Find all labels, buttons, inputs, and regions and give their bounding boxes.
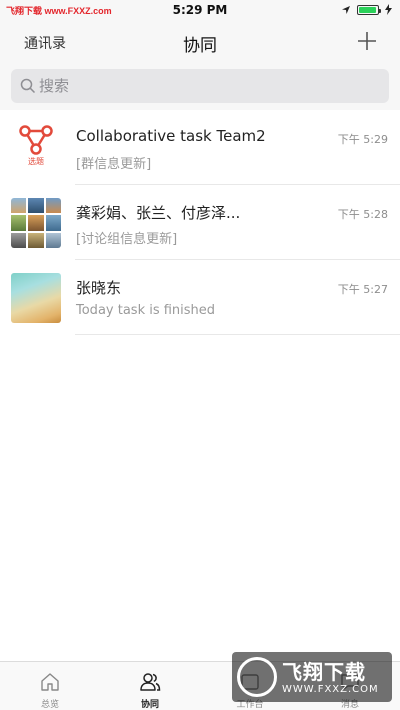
search-input[interactable] (39, 69, 369, 103)
chat-preview: Today task is finished (76, 303, 216, 318)
tab-collaboration[interactable]: 协同 (100, 662, 200, 710)
watermark-url: WWW.FXXZ.COM (282, 684, 379, 695)
avatar-tile (28, 232, 44, 248)
tab-overview[interactable]: 总览 (0, 662, 100, 710)
avatar-tile (28, 198, 44, 214)
group-avatar (11, 198, 61, 248)
chat-preview: [群信息更新] (76, 157, 152, 172)
watermark-circle-icon (237, 657, 277, 697)
avatar-tile (11, 232, 27, 248)
chat-list: 选题 Collaborative task Team2 [群信息更新] 下午 5… (0, 110, 400, 335)
search-icon (20, 78, 36, 94)
people-icon (140, 673, 161, 691)
status-time: 5:29 PM (172, 3, 228, 17)
home-icon (41, 673, 59, 691)
chat-name: Collaborative task Team2 (76, 127, 266, 145)
status-bar: 飞翔下载 www.FXXZ.com 5:29 PM (0, 0, 400, 22)
chat-name: 龚彩娟、张兰、付彦泽... (76, 204, 241, 222)
chat-time: 下午 5:27 (337, 283, 388, 296)
charging-bolt-icon (385, 4, 392, 15)
user-avatar (11, 273, 61, 323)
contacts-button[interactable]: 通讯录 (24, 33, 66, 53)
chat-item-zhang-xiaodong[interactable]: 张晓东 Today task is finished 下午 5:27 (0, 260, 400, 335)
avatar-label: 选题 (28, 157, 44, 166)
battery-icon (357, 4, 381, 15)
chat-time: 下午 5:29 (337, 133, 388, 146)
tab-label: 总览 (40, 700, 59, 710)
chat-name: 张晓东 (76, 279, 122, 297)
watermark-title: 飞翔下载 (282, 660, 366, 684)
team-avatar: 选题 (11, 123, 61, 173)
tab-label: 协同 (140, 700, 159, 710)
avatar-tile (11, 215, 27, 231)
avatar-tile (28, 215, 44, 231)
status-icons (341, 4, 392, 15)
avatar-tile (45, 215, 61, 231)
battery-level (359, 6, 377, 13)
navigation-bar: 通讯录 协同 (0, 22, 400, 62)
avatar-tile (11, 198, 27, 214)
divider (75, 334, 400, 335)
chat-item-team2[interactable]: 选题 Collaborative task Team2 [群信息更新] 下午 5… (0, 110, 400, 185)
chat-item-group[interactable]: 龚彩娟、张兰、付彦泽... [讨论组信息更新] 下午 5:28 (0, 185, 400, 260)
avatar-tile (45, 198, 61, 214)
search-box[interactable] (11, 69, 389, 103)
chat-preview: [讨论组信息更新] (76, 232, 178, 247)
watermark-logo: 飞翔下载 WWW.FXXZ.COM (232, 652, 392, 702)
avatar-tile (45, 232, 61, 248)
chat-time: 下午 5:28 (337, 208, 388, 221)
plus-icon[interactable] (356, 30, 378, 52)
location-arrow-icon (342, 5, 350, 14)
search-bar (0, 62, 400, 110)
network-icon (19, 125, 53, 155)
